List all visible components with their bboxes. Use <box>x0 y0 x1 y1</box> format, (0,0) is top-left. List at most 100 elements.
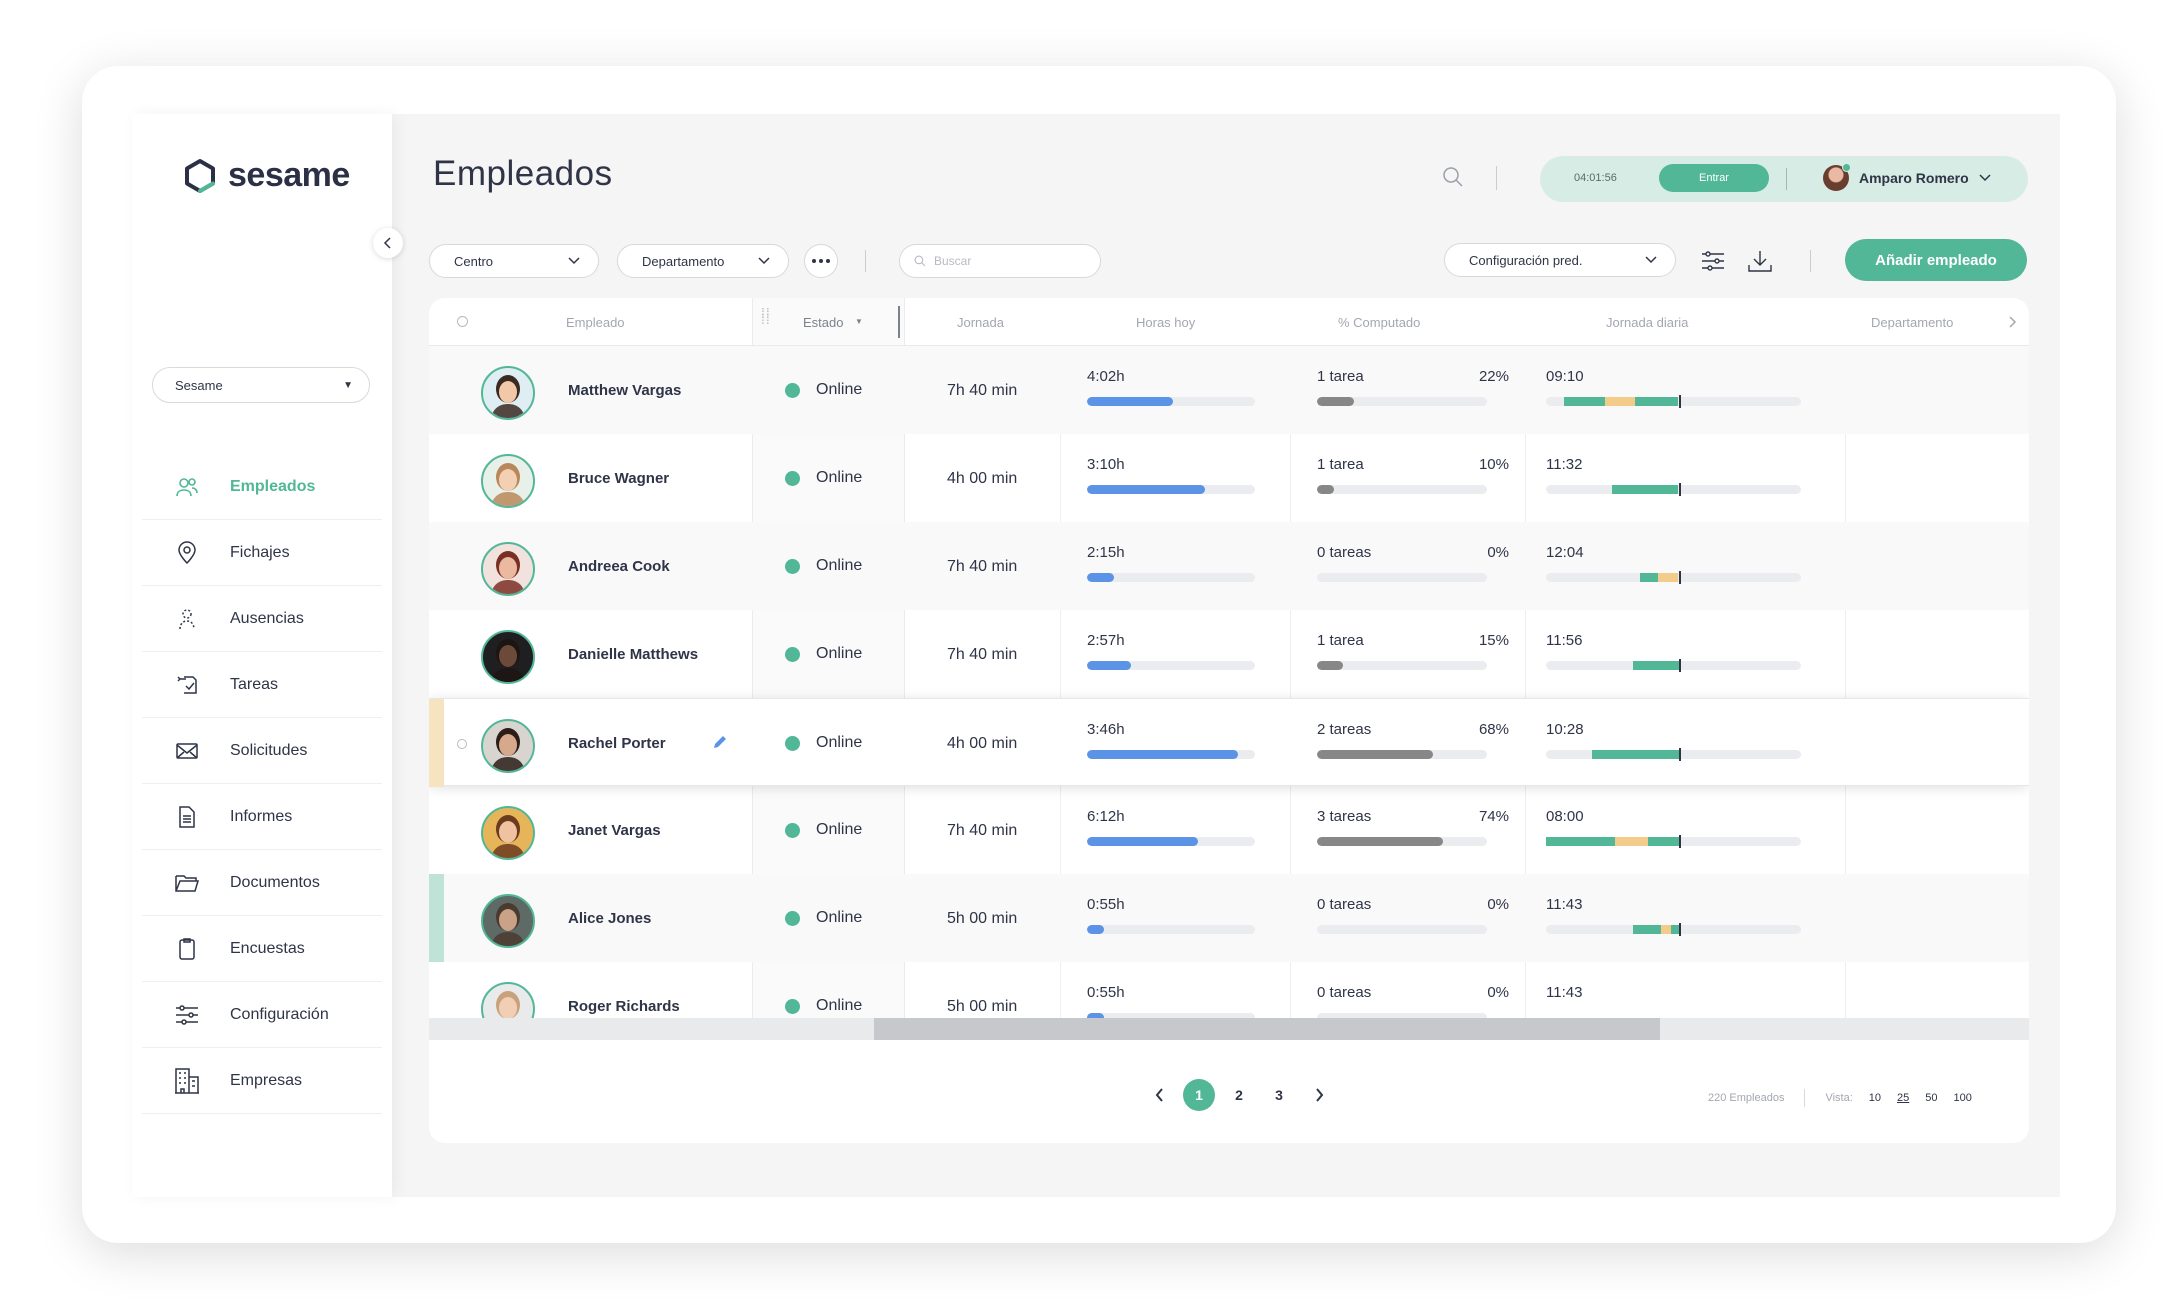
select-all-checkbox[interactable] <box>457 316 468 327</box>
status-label: Online <box>816 557 863 574</box>
workday-segment <box>1592 750 1679 759</box>
computed-percent: 22% <box>1478 368 1509 385</box>
collapse-sidebar-button[interactable] <box>373 228 403 258</box>
task-count: 0 tareas <box>1317 984 1372 1001</box>
users-icon <box>174 474 200 500</box>
sidebar-item-ausencias[interactable]: Ausencias <box>142 586 382 652</box>
add-employee-button[interactable]: Añadir empleado <box>1845 239 2027 281</box>
sort-caret-icon: ▼ <box>855 317 863 326</box>
sidebar-item-label: Solicitudes <box>230 741 308 759</box>
column-resize-handle[interactable] <box>898 306 900 338</box>
column-header-horas-hoy[interactable]: Horas hoy <box>1136 315 1195 330</box>
employee-name[interactable]: Bruce Wagner <box>568 470 669 487</box>
column-header-departamento[interactable]: Departamento <box>1871 315 1953 330</box>
table-header: Empleado ⁞⁞ ⁞⁞ Estado ▼ Jornada Horas hoy… <box>429 298 2029 346</box>
sidebar-item-configuracion[interactable]: Configuración <box>142 982 382 1048</box>
column-header-estado[interactable]: Estado <box>803 315 843 330</box>
prev-page-button[interactable] <box>1143 1079 1175 1111</box>
view-config-select[interactable]: Configuración pred. <box>1444 243 1676 277</box>
page-1-button[interactable]: 1 <box>1183 1079 1215 1111</box>
user-menu[interactable]: Amparo Romero <box>1823 163 1991 191</box>
employee-name[interactable]: Janet Vargas <box>568 822 661 839</box>
workday-segment <box>1615 837 1648 846</box>
drag-handle-icon[interactable]: ⁞⁞ ⁞⁞ <box>761 306 771 326</box>
employee-name[interactable]: Alice Jones <box>568 910 651 927</box>
view-option-100[interactable]: 100 <box>1954 1092 1972 1104</box>
column-header-empleado[interactable]: Empleado <box>566 315 625 330</box>
hours-today-value: 3:46h <box>1087 721 1125 738</box>
column-header-jornada[interactable]: Jornada <box>957 315 1004 330</box>
center-filter[interactable]: Centro <box>429 244 599 278</box>
employee-name[interactable]: Rachel Porter <box>568 735 666 752</box>
header-search-button[interactable] <box>1442 166 1464 193</box>
sidebar-item-empresas[interactable]: Empresas <box>142 1048 382 1114</box>
chevron-down-icon <box>758 257 770 265</box>
employee-name[interactable]: Danielle Matthews <box>568 646 698 663</box>
chevron-right-icon[interactable] <box>2009 316 2017 328</box>
view-option-10[interactable]: 10 <box>1869 1092 1881 1104</box>
status-label: Online <box>816 909 863 926</box>
computed-progress-fill <box>1317 661 1343 670</box>
page-3-button[interactable]: 3 <box>1263 1079 1295 1111</box>
column-header-jornada-diaria[interactable]: Jornada diaria <box>1606 315 1688 330</box>
page-2-button[interactable]: 2 <box>1223 1079 1255 1111</box>
next-page-button[interactable] <box>1303 1079 1335 1111</box>
logo: sesame <box>182 156 350 195</box>
hours-today-value: 2:15h <box>1087 544 1125 561</box>
task-count: 1 tarea <box>1317 632 1364 649</box>
status-label: Online <box>816 734 863 751</box>
task-count: 0 tareas <box>1317 896 1372 913</box>
more-filters-button[interactable] <box>804 244 838 278</box>
view-option-25[interactable]: 25 <box>1897 1092 1909 1104</box>
table-row[interactable]: Janet Vargas Online 7h 40 min 6:12h 3 tarea… <box>429 786 2029 874</box>
sidebar-item-solicitudes[interactable]: Solicitudes <box>142 718 382 784</box>
search-placeholder: Buscar <box>934 254 972 268</box>
employee-name[interactable]: Matthew Vargas <box>568 382 681 399</box>
sidebar-item-encuestas[interactable]: Encuestas <box>142 916 382 982</box>
workday-segment <box>1635 397 1678 406</box>
view-option-50[interactable]: 50 <box>1925 1092 1937 1104</box>
user-name: Amparo Romero <box>1859 170 1969 186</box>
table-row[interactable]: Matthew Vargas Online 7h 40 min 4:02h 1 tar… <box>429 346 2029 434</box>
table-row[interactable]: Andreea Cook Online 7h 40 min 2:15h 0 tarea… <box>429 522 2029 610</box>
computed-progress-bar <box>1317 485 1487 494</box>
edit-pencil-icon[interactable] <box>712 734 728 755</box>
column-header-computado[interactable]: % Computado <box>1338 315 1420 330</box>
daily-timeline <box>1546 659 1801 672</box>
building-icon <box>174 1067 200 1094</box>
column-settings-button[interactable] <box>1698 246 1728 276</box>
search-input[interactable]: Buscar <box>899 244 1101 278</box>
employee-name[interactable]: Andreea Cook <box>568 558 670 575</box>
sidebar-item-informes[interactable]: Informes <box>142 784 382 850</box>
table-row[interactable]: Bruce Wagner Online 4h 00 min 3:10h 1 tarea… <box>429 434 2029 522</box>
employee-name[interactable]: Roger Richards <box>568 998 680 1015</box>
sidebar-item-empleados[interactable]: Empleados <box>142 454 382 520</box>
hours-progress-fill <box>1087 750 1238 759</box>
computed-progress-bar <box>1317 397 1487 406</box>
workday-segment <box>1633 661 1679 670</box>
clock-in-button[interactable]: Entrar <box>1659 164 1769 192</box>
view-label: Vista: <box>1825 1092 1853 1104</box>
sidebar-item-label: Configuración <box>230 1005 329 1023</box>
workday-segment <box>1648 837 1679 846</box>
download-button[interactable] <box>1745 246 1775 276</box>
workday-segment <box>1612 485 1678 494</box>
sidebar-item-documentos[interactable]: Documentos <box>142 850 382 916</box>
row-checkbox[interactable] <box>457 739 467 749</box>
sidebar-item-fichajes[interactable]: Fichajes <box>142 520 382 586</box>
horizontal-scrollbar[interactable] <box>429 1018 2029 1040</box>
clock-in-bar: 04:01:56 Entrar Amparo Romero <box>1540 156 2028 202</box>
scrollbar-thumb[interactable] <box>874 1018 1660 1040</box>
status-dot <box>785 822 800 838</box>
computed-percent: 0% <box>1487 984 1509 1001</box>
table-row[interactable]: Alice Jones Online 5h 00 min 0:55h 0 tareas… <box>429 874 2029 962</box>
table-row[interactable]: Danielle Matthews Online 7h 40 min 2:57h 1 … <box>429 610 2029 698</box>
department-filter[interactable]: Departamento <box>617 244 789 278</box>
table-row[interactable]: Roger Richards Online 5h 00 min 0:55h 0 tar… <box>429 962 2029 1018</box>
sidebar-item-tareas[interactable]: Tareas <box>142 652 382 718</box>
status-indicator: Online <box>785 557 862 575</box>
table-row[interactable]: Rachel Porter Online 4h 00 min 3:46h 2 tar… <box>429 698 2029 787</box>
sidebar-item-label: Empresas <box>230 1071 303 1089</box>
chevron-down-icon <box>1645 256 1657 264</box>
company-select[interactable]: Sesame ▼ <box>152 367 370 403</box>
